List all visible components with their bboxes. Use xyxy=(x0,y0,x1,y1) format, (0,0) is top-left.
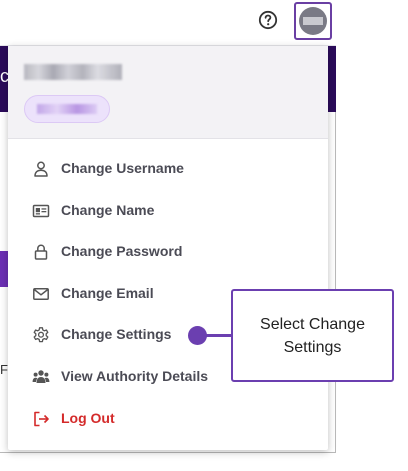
user-avatar-button[interactable] xyxy=(294,2,332,40)
user-icon xyxy=(34,161,48,177)
user-menu-dropdown: Change Username Change Name Change Passw… xyxy=(8,46,328,450)
id-card-icon xyxy=(32,204,50,218)
question-circle-icon[interactable] xyxy=(258,10,278,30)
menu-item-label: Change Username xyxy=(61,160,184,176)
instruction-callout: Select Change Settings xyxy=(231,289,394,382)
menu-item-label: Log Out xyxy=(61,410,115,426)
menu-item-change-username[interactable]: Change Username xyxy=(8,149,328,189)
logout-icon xyxy=(34,411,49,427)
page-left-letter: F xyxy=(0,362,8,377)
user-name-redacted xyxy=(24,64,122,80)
top-bar xyxy=(0,0,336,46)
menu-item-label: Change Name xyxy=(61,202,155,218)
gear-icon xyxy=(33,327,49,343)
menu-item-label: View Authority Details xyxy=(61,368,209,384)
user-info-header xyxy=(8,46,328,139)
users-icon xyxy=(32,370,50,383)
menu-item-label: Change Settings xyxy=(61,326,172,342)
callout-pointer-dot xyxy=(188,326,207,345)
envelope-icon xyxy=(33,288,49,300)
page-left-accent xyxy=(0,251,8,287)
menu-item-change-password[interactable]: Change Password xyxy=(8,232,328,272)
user-role-badge-redacted xyxy=(24,95,110,123)
lock-icon xyxy=(34,244,48,260)
callout-text: Select Change Settings xyxy=(260,315,365,356)
menu-item-label: Change Password xyxy=(61,243,183,259)
menu-item-change-name[interactable]: Change Name xyxy=(8,191,328,231)
menu-item-log-out[interactable]: Log Out xyxy=(8,399,328,439)
menu-item-label: Change Email xyxy=(61,285,154,301)
user-avatar-icon xyxy=(299,7,327,35)
